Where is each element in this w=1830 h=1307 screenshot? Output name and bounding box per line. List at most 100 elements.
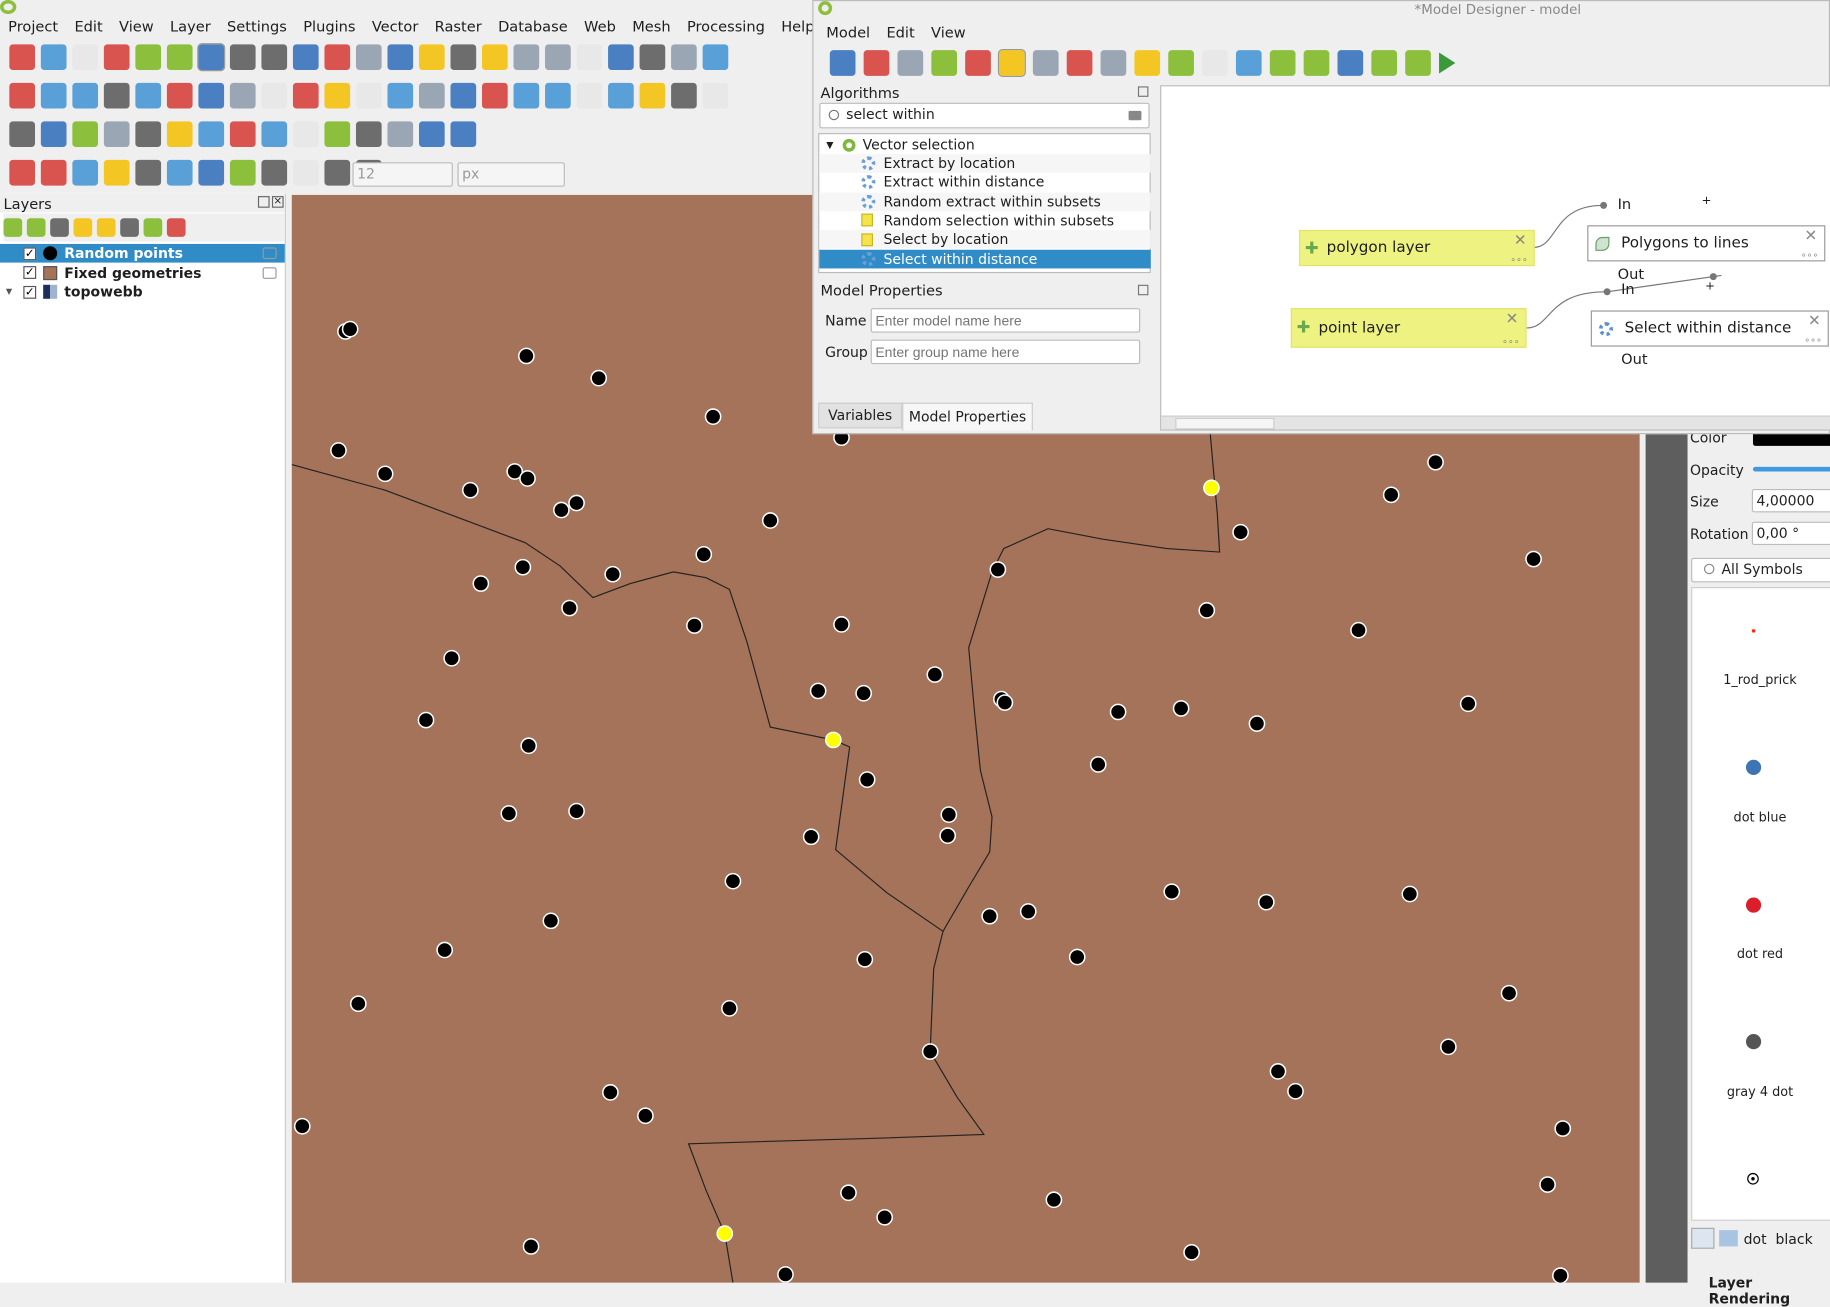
- cut-icon[interactable]: [450, 82, 477, 109]
- filter-legend-icon[interactable]: [73, 218, 93, 237]
- menu-vector[interactable]: Vector: [364, 15, 427, 37]
- random-point[interactable]: [926, 666, 944, 683]
- merge-icon[interactable]: [292, 121, 319, 148]
- redo-icon[interactable]: [1100, 50, 1127, 76]
- icon-view-button[interactable]: [1691, 1227, 1715, 1249]
- selected-point[interactable]: [716, 1225, 734, 1242]
- random-point[interactable]: [858, 771, 876, 788]
- delete-ring-icon[interactable]: [135, 121, 162, 148]
- new-print-layout-icon[interactable]: [103, 44, 130, 71]
- zoom-in-icon[interactable]: [1134, 50, 1161, 76]
- random-point[interactable]: [602, 1084, 619, 1101]
- delete-selected-icon[interactable]: [418, 82, 445, 109]
- random-point[interactable]: [940, 806, 958, 823]
- menu-layer[interactable]: Layer: [162, 15, 219, 37]
- save-in-project-icon[interactable]: [965, 50, 991, 76]
- add-ring-icon[interactable]: [40, 121, 67, 148]
- random-point[interactable]: [568, 802, 585, 820]
- random-point[interactable]: [376, 465, 394, 483]
- random-point[interactable]: [472, 575, 490, 592]
- snap-unit-select[interactable]: px: [457, 162, 565, 187]
- zoom-last-icon[interactable]: [450, 44, 477, 71]
- horizontal-scrollbar[interactable]: [1161, 415, 1830, 430]
- menu-settings[interactable]: Settings: [219, 15, 295, 37]
- algorithm-item[interactable]: Random selection within subsets: [819, 211, 1150, 230]
- random-point[interactable]: [1350, 621, 1367, 639]
- algorithm-item[interactable]: Select within distance: [819, 249, 1151, 268]
- random-point[interactable]: [724, 872, 742, 890]
- float-panel-icon[interactable]: [257, 196, 270, 208]
- filter-by-expression-icon[interactable]: [96, 218, 116, 237]
- fill-ring-icon[interactable]: [103, 121, 130, 148]
- zoom-actual-icon[interactable]: [1202, 50, 1228, 76]
- random-point[interactable]: [417, 711, 435, 729]
- edits-icon[interactable]: [229, 82, 256, 109]
- new-mesh-layer-icon[interactable]: [166, 82, 193, 109]
- new-project-icon[interactable]: [9, 44, 36, 71]
- random-point[interactable]: [981, 907, 999, 925]
- remove-node-icon[interactable]: ✕: [1506, 310, 1519, 328]
- layer-indicator-icon[interactable]: [262, 247, 277, 260]
- symbol-search-input[interactable]: All Symbols: [1691, 557, 1830, 583]
- menu-mesh[interactable]: Mesh: [624, 15, 679, 37]
- selected-point[interactable]: [1203, 479, 1220, 497]
- random-point[interactable]: [996, 694, 1014, 711]
- new-map-view-icon[interactable]: [513, 44, 540, 71]
- tab-variables[interactable]: Variables: [818, 402, 903, 429]
- scrollbar-thumb[interactable]: [1175, 417, 1275, 430]
- layer-visibility-checkbox[interactable]: ✓: [23, 285, 37, 299]
- offset-curve-icon[interactable]: [229, 121, 256, 148]
- menu-raster[interactable]: Raster: [427, 15, 490, 37]
- algorithm-item[interactable]: Select by location: [819, 230, 1151, 249]
- vertex-tool-icon[interactable]: [355, 82, 382, 109]
- random-point[interactable]: [777, 1266, 794, 1283]
- zoom-out-icon[interactable]: [1168, 50, 1194, 76]
- random-point[interactable]: [704, 408, 722, 425]
- new-bookmark-icon[interactable]: [576, 44, 603, 71]
- algorithm-item[interactable]: Extract by location: [819, 154, 1151, 173]
- random-point[interactable]: [436, 941, 454, 959]
- random-point[interactable]: [518, 347, 535, 365]
- layout-manager-icon[interactable]: [135, 44, 162, 71]
- menu-edit[interactable]: Edit: [878, 21, 923, 43]
- expand-arrow-icon[interactable]: ▼: [826, 139, 833, 150]
- model-name-input[interactable]: [870, 308, 1141, 333]
- selected-point[interactable]: [824, 731, 842, 749]
- random-point[interactable]: [461, 481, 479, 499]
- random-point[interactable]: [1019, 903, 1037, 920]
- rotate-point-icon[interactable]: [355, 121, 382, 148]
- toggle-editing-icon[interactable]: [261, 82, 288, 109]
- layer-rendering-section[interactable]: Layer Rendering: [1709, 1274, 1830, 1307]
- model-group-input[interactable]: [870, 339, 1141, 365]
- list-view-button[interactable]: [1719, 1230, 1738, 1247]
- undo-icon[interactable]: [545, 82, 571, 109]
- add-circle-icon[interactable]: [40, 159, 67, 186]
- random-point[interactable]: [1401, 885, 1419, 903]
- edit-node-icon[interactable]: ∘∘∘: [1502, 336, 1520, 347]
- new-geopackage-layer-icon[interactable]: [40, 82, 67, 109]
- random-point[interactable]: [1163, 883, 1181, 901]
- add-circular-string-icon[interactable]: [9, 159, 36, 186]
- random-point[interactable]: [686, 617, 703, 634]
- zoom-full-icon[interactable]: [324, 44, 351, 71]
- rotation-spinbox[interactable]: 0,00 °: [1751, 521, 1830, 546]
- delete-part-icon[interactable]: [166, 121, 193, 148]
- layer-visibility-checkbox[interactable]: ✓: [23, 266, 37, 279]
- expand-arrow-icon[interactable]: ▼: [6, 287, 12, 296]
- symbol-preview[interactable]: [1745, 1034, 1761, 1050]
- topological-editing-icon[interactable]: [198, 159, 225, 186]
- random-point[interactable]: [1068, 948, 1086, 966]
- add-ellipse-icon[interactable]: [72, 159, 99, 186]
- open-project-icon[interactable]: [40, 44, 67, 71]
- zoom-to-selection-icon[interactable]: [355, 44, 382, 71]
- zoom-to-layer-icon[interactable]: [387, 44, 414, 71]
- edit-node-icon[interactable]: ∘∘∘: [1801, 250, 1819, 261]
- new-shapefile-layer-icon[interactable]: [72, 82, 99, 109]
- zoom-out-icon[interactable]: [292, 44, 319, 71]
- random-point[interactable]: [1172, 700, 1190, 717]
- pan-icon[interactable]: [197, 43, 226, 72]
- data-source-manager-icon[interactable]: [9, 82, 36, 109]
- random-point[interactable]: [1427, 453, 1444, 471]
- open-layer-styling-icon[interactable]: [3, 218, 23, 237]
- layer-item[interactable]: ✓ Fixed geometries: [0, 263, 285, 282]
